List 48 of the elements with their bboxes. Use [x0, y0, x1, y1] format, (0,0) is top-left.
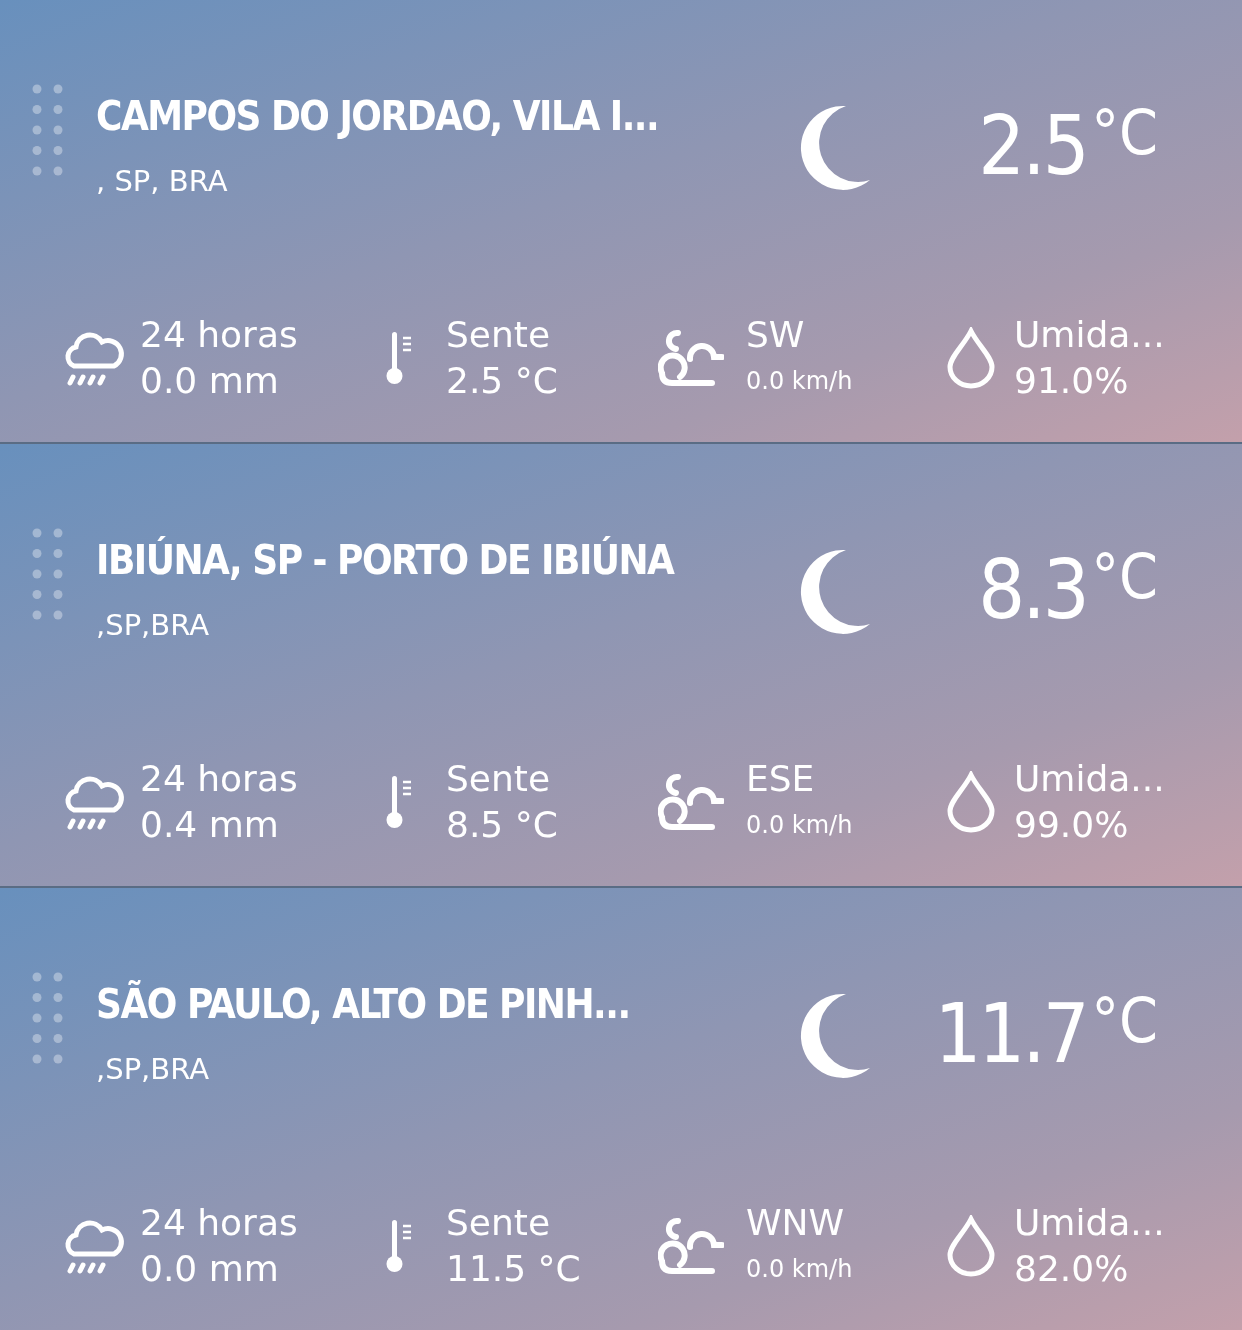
wind-direction: SW	[746, 313, 806, 357]
rain-amount: 0.0 mm	[140, 359, 280, 403]
rain-amount: 0.4 mm	[140, 803, 280, 847]
location-name: SÃO PAULO, ALTO DE PINH...	[96, 979, 631, 1029]
wind-icon	[658, 1217, 724, 1275]
feels-like-label: Sente	[446, 1201, 552, 1245]
location-name: IBIÚNA, SP - PORTO DE IBIÚNA	[96, 535, 676, 585]
feels-like-label: Sente	[446, 313, 552, 357]
rain-cloud-icon	[62, 774, 126, 830]
humidity-label: Umida...	[1014, 313, 1165, 357]
location-region: ,SP,BRA	[96, 608, 211, 642]
rain-period: 24 horas	[140, 313, 298, 357]
wind-direction: ESE	[746, 757, 816, 801]
wind-speed: 0.0 km/h	[746, 1254, 853, 1285]
wind-icon	[658, 773, 724, 831]
feels-like-value: 2.5 °C	[446, 359, 558, 403]
location-card[interactable]: CAMPOS DO JORDAO, VILA I... , SP, BRA 2.5$^{°C}$ 24 horas 0.0 mm Sente 2.5 °C SW 0.0 km/h Umida... 91.0%	[0, 0, 1242, 442]
humidity-value: 82.0%	[1014, 1247, 1130, 1291]
feels-like-value: 8.5 °C	[446, 803, 558, 847]
wind-speed: 0.0 km/h	[746, 810, 853, 841]
drag-handle-icon[interactable]	[32, 972, 64, 1064]
rain-amount: 0.0 mm	[140, 1247, 280, 1291]
water-drop-icon	[946, 771, 996, 833]
location-name: CAMPOS DO JORDAO, VILA I...	[96, 92, 660, 141]
location-region: , SP, BRA	[96, 164, 229, 198]
feels-like-label: Sente	[446, 757, 552, 801]
wind-icon	[658, 329, 724, 387]
drag-handle-icon[interactable]	[32, 84, 64, 176]
rain-period: 24 horas	[140, 1201, 298, 1245]
temperature: 2.5$^{°C}$	[978, 96, 1158, 193]
drag-handle-icon[interactable]	[32, 528, 64, 620]
rain-cloud-icon	[62, 1218, 126, 1274]
humidity-label: Umida...	[1014, 1201, 1165, 1245]
feels-like-value: 11.5 °C	[446, 1247, 581, 1291]
wind-direction: WNW	[746, 1201, 846, 1245]
humidity-value: 99.0%	[1014, 803, 1130, 847]
rain-period: 24 horas	[140, 757, 298, 801]
location-card[interactable]: IBIÚNA, SP - PORTO DE IBIÚNA ,SP,BRA 8.3$^{°C}$ 24 horas 0.4 mm Sente 8.5 °C ESE 0.0 km/h Umida... 99.0%	[0, 444, 1242, 886]
humidity-value: 91.0%	[1014, 359, 1130, 403]
humidity-label: Umida...	[1014, 757, 1165, 801]
location-card[interactable]: SÃO PAULO, ALTO DE PINH... ,SP,BRA 11.7$^{°C}$ 24 horas 0.0 mm Sente 11.5 °C WNW 0.0 km/h Umida... 82.0%	[0, 888, 1242, 1330]
rain-cloud-icon	[62, 330, 126, 386]
temperature: 8.3$^{°C}$	[978, 540, 1158, 637]
location-region: ,SP,BRA	[96, 1052, 211, 1086]
water-drop-icon	[946, 327, 996, 389]
water-drop-icon	[946, 1215, 996, 1277]
temperature: 11.7$^{°C}$	[934, 984, 1158, 1081]
wind-speed: 0.0 km/h	[746, 366, 853, 397]
